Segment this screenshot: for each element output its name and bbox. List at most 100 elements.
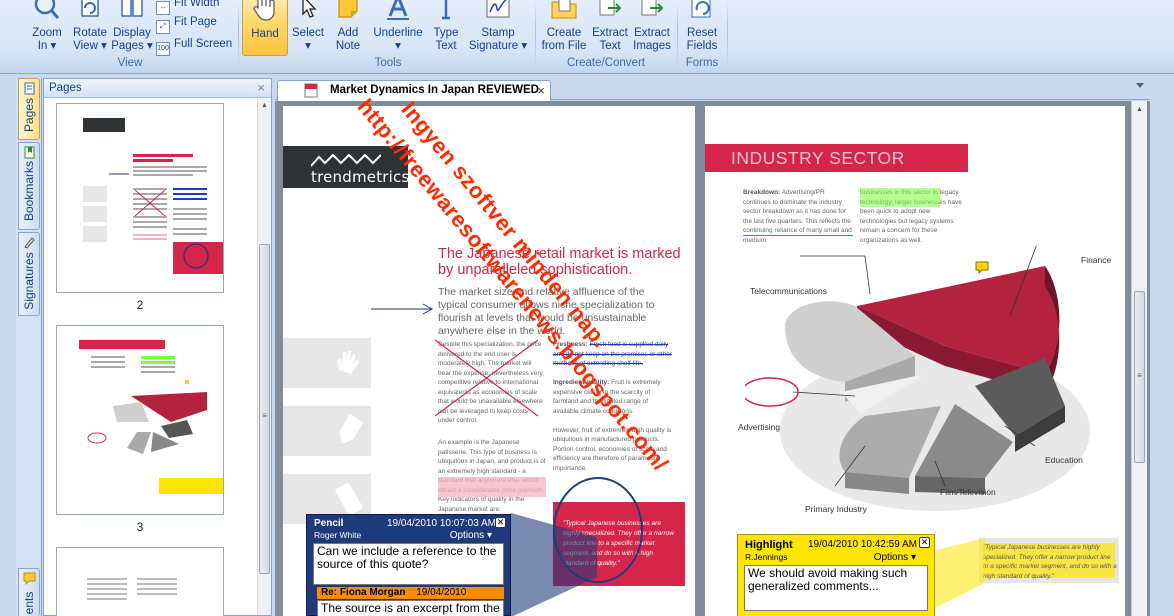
mobile-phone-icon xyxy=(335,482,363,516)
dropdown-arrow-icon: ▾ xyxy=(910,552,916,563)
tab-signatures[interactable]: Signatures xyxy=(18,232,40,316)
note-body[interactable]: We should avoid making such generalized … xyxy=(744,565,928,611)
rotate-view-button[interactable]: Rotate View ▾ xyxy=(70,0,110,56)
chart-label-primary-industry: Primary Industry xyxy=(805,504,867,514)
page-thumbnail[interactable] xyxy=(56,325,224,515)
pages-panel-title: Pages xyxy=(49,82,82,94)
type-text-label: Type xyxy=(433,27,459,39)
extract-text-button[interactable]: Extract Text xyxy=(590,0,630,56)
dropdown-arrow-icon: ▾ xyxy=(47,40,57,52)
pages-icon xyxy=(24,82,35,95)
pull-quote: "Typical Japanese businesses are highly … xyxy=(983,544,1117,580)
underline-button[interactable]: Underline ▾ xyxy=(368,0,428,56)
fit-page-icon: ⤢ xyxy=(156,20,170,34)
rotate-view-sub-label: View xyxy=(73,40,98,52)
text-cursor-icon xyxy=(442,0,450,20)
page-thumbnail[interactable] xyxy=(56,547,224,616)
select-tool-button[interactable]: Select ▾ xyxy=(288,0,328,56)
scroll-up-arrow-icon[interactable]: ▲ xyxy=(1133,103,1146,117)
reset-fields-button[interactable]: Reset Fields xyxy=(680,0,724,56)
thumbnail-list: 2 3 xyxy=(44,99,258,616)
stamp-signature-button[interactable]: Stamp Signature ▾ xyxy=(464,0,532,56)
pages-panel: Pages × 2 3 ▲ ≡ xyxy=(43,78,272,616)
note-author: R.Jennings xyxy=(745,552,788,562)
article-lead: The market size and relative affluence o… xyxy=(438,286,655,337)
magnifier-icon xyxy=(34,0,60,19)
note-author: Roger White xyxy=(314,530,362,540)
sticky-note-icon[interactable] xyxy=(975,261,989,274)
add-note-button[interactable]: Add Note xyxy=(328,0,368,56)
hand-icon xyxy=(337,351,359,374)
highlight-note-popup[interactable]: Highlight 19/04/2010 10:42:59 AM R.Jenni… xyxy=(737,534,935,616)
extract-images-sub-label: Images xyxy=(633,40,671,52)
full-screen-icon: 100 xyxy=(156,42,170,56)
tab-comments[interactable]: ents xyxy=(18,568,40,616)
tab-bookmarks-label: Bookmarks xyxy=(22,161,36,222)
note-body[interactable]: Can we include a reference to the source… xyxy=(313,543,504,585)
reply-body[interactable]: The source is an excerpt from the interv… xyxy=(317,600,504,616)
tab-pages[interactable]: Pages xyxy=(18,78,40,140)
create-convert-group-label: Create/Convert xyxy=(567,57,645,69)
scroll-up-arrow-icon[interactable]: ▲ xyxy=(258,99,271,113)
note-options-label: Options xyxy=(449,530,485,541)
fit-page-label: Fit Page xyxy=(174,16,217,28)
document-tab-title: Market Dynamics In Japan REVIEWED xyxy=(330,84,539,96)
pages-scrollbar[interactable]: ▲ ≡ xyxy=(257,99,271,615)
text-column: Breakdown: Advertising/PR continues to d… xyxy=(743,188,853,245)
close-icon[interactable]: × xyxy=(537,81,545,100)
extract-images-button[interactable]: Extract Images xyxy=(630,0,674,56)
fit-width-button[interactable]: ↔ Fit Width xyxy=(156,0,219,15)
tab-list-dropdown-icon[interactable] xyxy=(1136,83,1144,88)
document-viewport[interactable]: trendmetrics The Japanese retail market … xyxy=(275,101,1150,616)
close-icon[interactable]: ✕ xyxy=(919,537,930,548)
display-pages-icon xyxy=(121,0,143,17)
logo: trendmetrics xyxy=(283,146,409,188)
fit-page-button[interactable]: ⤢ Fit Page xyxy=(156,14,217,34)
note-date: 19/04/2010 10:42:59 AM xyxy=(808,539,917,550)
tab-bookmarks[interactable]: Bookmarks xyxy=(18,142,40,230)
close-icon[interactable]: × xyxy=(257,79,265,97)
folder-document-icon xyxy=(551,0,577,19)
note-options-menu[interactable]: Options ▾ xyxy=(450,530,492,541)
signature-pen-icon xyxy=(24,237,35,249)
document-tab-bar: Market Dynamics In Japan REVIEWED × xyxy=(275,78,1150,101)
display-pages-label: Display xyxy=(113,27,151,39)
tab-pages-label: Pages xyxy=(22,97,36,133)
display-pages-button[interactable]: Display Pages ▾ xyxy=(110,0,154,56)
note-options-label: Options xyxy=(873,552,909,563)
note-options-menu[interactable]: Options ▾ xyxy=(874,552,916,563)
tab-document[interactable]: Market Dynamics In Japan REVIEWED × xyxy=(277,80,551,101)
create-from-file-label: Create xyxy=(546,27,582,39)
full-screen-button[interactable]: 100 Full Screen xyxy=(156,36,233,56)
hand-tool-button[interactable]: Hand xyxy=(242,0,288,56)
close-icon[interactable]: ✕ xyxy=(495,517,506,528)
pencil-note-popup[interactable]: Pencil 19/04/2010 10:07:03 AM Roger Whit… xyxy=(306,514,511,616)
reset-fields-label: Reset xyxy=(686,27,718,39)
forms-group-label: Forms xyxy=(685,57,719,69)
stamp-signature-label: Stamp xyxy=(481,27,515,39)
price-tag-icon xyxy=(339,414,364,444)
note-connector xyxy=(511,513,597,616)
paragraph: However, fruit of extremely high quality… xyxy=(553,426,672,472)
subheading: Ingredient quality: xyxy=(553,379,610,386)
article-title: The Japanese retail market is marked by … xyxy=(438,246,681,278)
note-type: Pencil xyxy=(314,518,344,529)
underline-label: Underline xyxy=(373,27,423,39)
signature-pen-icon xyxy=(486,0,510,18)
full-screen-label: Full Screen xyxy=(174,38,233,50)
page-thumbnail[interactable] xyxy=(56,103,224,293)
strikeout-cross xyxy=(434,339,539,417)
subheading: Breakdown: xyxy=(743,189,781,196)
zoom-in-button[interactable]: Zoom In ▾ xyxy=(24,0,70,56)
tools-group-label: Tools xyxy=(374,57,402,69)
thumbnail-page-number: 2 xyxy=(136,298,144,312)
underline-a-icon xyxy=(387,0,409,20)
reply-author: Re: Fiona Morgan xyxy=(321,587,406,598)
create-from-file-button[interactable]: Create from File xyxy=(538,0,590,56)
image-placeholder xyxy=(283,338,371,388)
reset-form-icon xyxy=(691,0,711,18)
cursor-arrow-icon xyxy=(302,0,317,18)
bookmark-icon xyxy=(24,146,35,159)
type-text-button[interactable]: Type Text xyxy=(428,0,464,56)
document-scrollbar[interactable]: ▲ ≡ xyxy=(1131,101,1147,616)
